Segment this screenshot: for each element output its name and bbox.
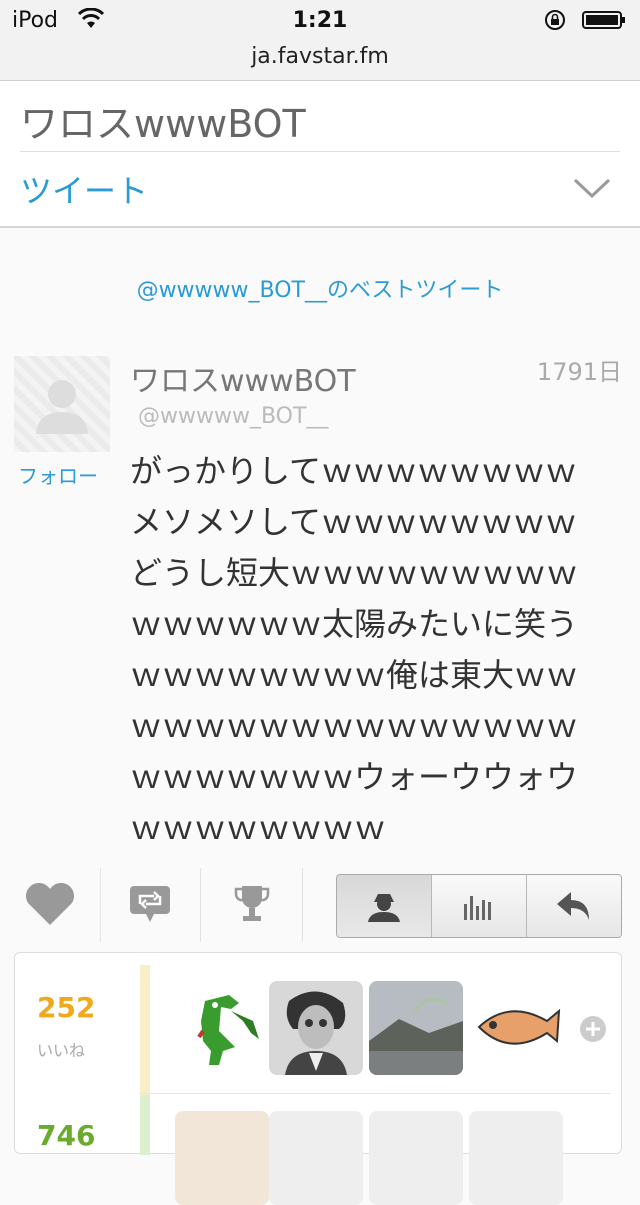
rotation-lock-icon bbox=[545, 10, 565, 30]
like-button[interactable] bbox=[20, 874, 80, 934]
retweets-bar bbox=[140, 1095, 150, 1155]
user-icon bbox=[368, 894, 400, 922]
user-avatar-thumbnail[interactable] bbox=[175, 981, 269, 1075]
bar-chart-icon bbox=[464, 896, 491, 920]
author-handle[interactable]: @wwwww_BOT__ bbox=[138, 404, 328, 429]
user-avatar-thumbnail[interactable] bbox=[369, 981, 463, 1075]
action-divider bbox=[100, 868, 101, 942]
segment-stats[interactable] bbox=[432, 875, 527, 937]
row-divider bbox=[139, 1093, 611, 1094]
heart-icon bbox=[25, 882, 75, 925]
nav-tweets-dropdown[interactable]: ツイート bbox=[20, 166, 148, 212]
retweet-icon bbox=[130, 886, 170, 922]
tweet-text: がっかりしてｗｗｗｗｗｗｗｗメソメソしてｗｗｗｗｗｗｗｗどうし短大ｗｗｗｗｗｗｗ… bbox=[130, 452, 579, 847]
user-avatar-thumbnail[interactable] bbox=[469, 981, 563, 1075]
view-segmented-control[interactable] bbox=[336, 874, 622, 938]
trophy-icon bbox=[234, 886, 270, 921]
page-title: ワロスwwwBOT bbox=[20, 102, 306, 146]
status-bar: iPod 1:21 bbox=[0, 0, 640, 40]
author-name[interactable]: ワロスwwwBOT bbox=[130, 356, 356, 400]
best-tweets-link[interactable]: @wwwww_BOT__のベストツイート bbox=[0, 272, 640, 304]
battery-icon bbox=[582, 11, 625, 29]
user-avatar-thumbnail[interactable] bbox=[269, 1111, 363, 1205]
page-header: ワロスwwwBOT ツイート bbox=[0, 81, 640, 228]
plus-circle-icon[interactable] bbox=[579, 1015, 607, 1043]
segment-users[interactable] bbox=[337, 875, 432, 937]
user-avatar-thumbnail[interactable] bbox=[369, 1111, 463, 1205]
address-bar[interactable]: ja.favstar.fm bbox=[0, 40, 640, 81]
likes-count[interactable]: 252 bbox=[37, 991, 95, 1024]
reply-icon bbox=[557, 892, 589, 920]
url-text[interactable]: ja.favstar.fm bbox=[0, 44, 640, 69]
action-divider bbox=[302, 868, 303, 942]
user-silhouette-icon bbox=[36, 380, 88, 434]
dinosaur-avatar-icon bbox=[175, 981, 269, 1075]
follow-link[interactable]: フォロー bbox=[18, 460, 98, 489]
portrait-avatar-icon bbox=[269, 981, 363, 1075]
user-avatar-thumbnail[interactable] bbox=[269, 981, 363, 1075]
segment-reply[interactable] bbox=[527, 875, 621, 937]
header-divider bbox=[20, 151, 620, 152]
fish-avatar-icon bbox=[469, 981, 563, 1075]
user-avatar-thumbnail[interactable] bbox=[175, 1111, 269, 1205]
stats-card: 252 いいね 746 bbox=[14, 952, 622, 1205]
tweet-age[interactable]: 1791日 bbox=[537, 352, 622, 387]
chevron-down-icon[interactable] bbox=[572, 176, 612, 202]
avatar[interactable] bbox=[14, 356, 110, 452]
action-divider bbox=[200, 868, 201, 942]
likes-label: いいね bbox=[37, 1041, 86, 1060]
landscape-avatar-icon bbox=[369, 981, 463, 1075]
user-avatar-thumbnail[interactable] bbox=[469, 1111, 563, 1205]
retweet-button[interactable] bbox=[120, 874, 180, 934]
trophy-button[interactable] bbox=[222, 874, 282, 934]
